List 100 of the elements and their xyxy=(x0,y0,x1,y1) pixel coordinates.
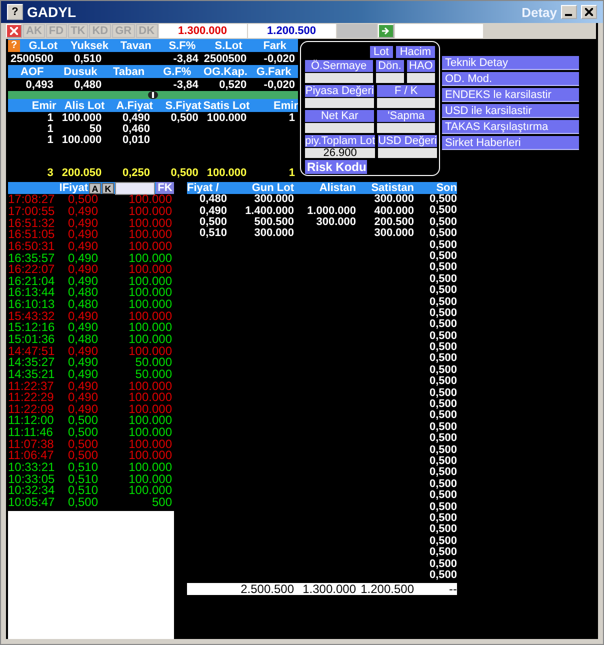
time-cell-text: 16:50:31 xyxy=(8,240,56,252)
help-icon[interactable]: ? xyxy=(8,40,20,52)
splitter-bar[interactable] xyxy=(8,91,298,99)
table-cell-text: 0,500 xyxy=(428,262,457,274)
column-header: Emir xyxy=(272,100,298,112)
filter-field[interactable] xyxy=(115,182,155,194)
lot-cell-text: 100.000 xyxy=(128,427,172,438)
field-label: HAO xyxy=(406,60,436,72)
minimize-button[interactable] xyxy=(561,5,577,19)
table-cell-text: 0,500 xyxy=(428,444,457,456)
lot-cell-text: 100.000 xyxy=(128,299,172,310)
column-header: Yuksek xyxy=(70,40,110,52)
total-cell-text: 0,250 xyxy=(121,166,151,178)
table-cell-text: 0,500 xyxy=(428,216,457,228)
table-cell-text: 0,500 xyxy=(428,467,457,479)
filter-button[interactable]: K xyxy=(102,182,114,194)
value-field: 26.900 xyxy=(305,148,376,158)
time-cell-text: 17:00:55 xyxy=(8,206,56,217)
price-cell-text: 0,490 xyxy=(68,380,100,392)
menu-link[interactable]: ENDEKS le karsilastir xyxy=(442,88,579,102)
table-cell-text: 0,500 xyxy=(428,376,457,388)
column-header: Fark xyxy=(262,40,288,52)
value-field xyxy=(377,98,435,108)
lot-cell-text: 100.000 xyxy=(128,438,172,450)
time-cell-text: 11:22:37 xyxy=(8,380,55,392)
total-cell-text: 100.000 xyxy=(206,166,248,178)
price-cell-text: 0,490 xyxy=(68,346,100,357)
column-header: Satistan xyxy=(370,182,414,194)
window-subtitle: Detay xyxy=(522,4,557,20)
total-cell-text: 3 xyxy=(46,166,54,178)
price-cell-text: 0,490 xyxy=(68,229,100,240)
column-header: G.Lot xyxy=(28,40,59,52)
table-cell-text: 0,500 xyxy=(428,388,457,399)
lot-cell-text: 100.000 xyxy=(128,287,172,298)
stat-value: 0,520 xyxy=(218,78,248,90)
price-cell-text: 0,500 xyxy=(68,427,100,438)
time-cell-text: 11:22:29 xyxy=(8,392,55,404)
table-cell-text: 0,500 xyxy=(428,296,457,308)
menu-link[interactable]: Sirket Haberleri xyxy=(442,136,579,150)
stat-value: -3,84 xyxy=(172,52,200,64)
field-label: Piyasa Değeri xyxy=(305,85,374,97)
table-cell-text: 100.000 xyxy=(60,112,103,124)
column-header: G.Fark xyxy=(255,66,292,78)
table-cell-text: 0,500 xyxy=(428,456,457,467)
lot-cell-text: 100.000 xyxy=(128,310,172,322)
filter-button[interactable]: FK xyxy=(156,182,174,194)
grip-icon xyxy=(148,91,158,99)
table-cell-text: 0,500 xyxy=(428,205,457,217)
price-cell-text: 0,500 xyxy=(68,496,100,508)
table-cell-text: 1 xyxy=(46,123,54,135)
menu-link[interactable]: Teknik Detay xyxy=(442,56,579,70)
go-button[interactable] xyxy=(378,24,394,38)
price-cell-text: 0,480 xyxy=(68,334,100,345)
column-header: S.F% xyxy=(168,40,197,52)
help-icon[interactable]: ? xyxy=(7,4,23,20)
table-cell-text: 0,500 xyxy=(428,285,457,297)
input-field[interactable] xyxy=(394,24,483,38)
field-label: Risk Kodu xyxy=(305,160,367,174)
menu-link[interactable]: OD. Mod. xyxy=(442,72,579,86)
time-cell-text: 10:05:47 xyxy=(8,496,56,508)
table-cell-text: 300.000 xyxy=(253,194,294,206)
price-cell-text: 0,500 xyxy=(68,415,100,426)
lot-cell-text: 100.000 xyxy=(128,276,172,287)
field-label: Ö.Sermaye xyxy=(305,60,373,72)
table-cell-text: 0,500 xyxy=(428,399,457,410)
price-cell-text: 0,490 xyxy=(68,322,100,334)
column-header: AOF xyxy=(20,66,45,78)
column-header: Satis Lot xyxy=(202,100,250,112)
table-cell-text: 0,490 xyxy=(198,206,227,217)
stat-value: 0,480 xyxy=(73,78,103,90)
tab[interactable]: Lot xyxy=(370,46,393,58)
table-cell-text: 0,500 xyxy=(428,342,457,354)
stat-value: 2500500 xyxy=(202,52,248,64)
table-cell-text: 0,500 xyxy=(428,364,457,376)
menu-link[interactable]: USD ile karsilastir xyxy=(442,104,579,118)
column-header: IFiyat xyxy=(59,182,88,194)
value-field xyxy=(305,98,374,108)
field-label: Net Kar xyxy=(305,110,374,122)
time-cell-text: 14:47:51 xyxy=(8,346,56,357)
filter-button[interactable]: A xyxy=(89,182,101,194)
lot-cell-text: 100.000 xyxy=(128,462,172,474)
time-cell-text: 11:12:00 xyxy=(8,415,55,426)
table-cell-text: 0,500 xyxy=(428,422,457,433)
table-cell-text: 0,500 xyxy=(428,433,457,445)
window-title: GADYL xyxy=(27,4,77,20)
column-header: S.Fiyat xyxy=(164,100,202,112)
stat-value: 2500500 xyxy=(10,52,54,64)
time-cell-text: 11:22:09 xyxy=(8,404,55,415)
table-cell-text: 0,460 xyxy=(121,123,151,135)
time-cell-text: 10:32:34 xyxy=(8,485,56,496)
menu-link[interactable]: TAKAS Karşılaştırma xyxy=(442,120,579,134)
arrow-right-icon xyxy=(382,27,390,35)
table-cell-text: 400.000 xyxy=(373,206,414,217)
total-row: 2.500.500 1.300.000 1.200.500 -- xyxy=(187,583,457,596)
total-cell-text: 0,500 xyxy=(170,166,200,178)
tab[interactable]: Hacim xyxy=(396,46,435,58)
close-button[interactable] xyxy=(581,5,597,19)
table-cell-text: 300.000 xyxy=(373,194,414,206)
lot-cell-text: 100.000 xyxy=(128,380,172,392)
price-cell-text: 0,490 xyxy=(68,368,100,380)
